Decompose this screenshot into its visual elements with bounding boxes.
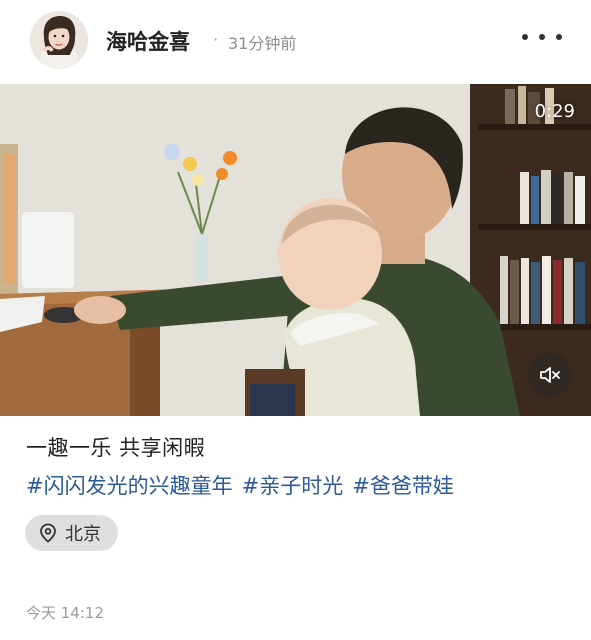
more-dots-icon[interactable] bbox=[522, 22, 562, 52]
hashtag[interactable]: #闪闪发光的兴趣童年 bbox=[26, 474, 233, 498]
location-label: 北京 bbox=[65, 524, 101, 545]
video-frame bbox=[0, 84, 591, 416]
dot bbox=[556, 34, 562, 40]
video-duration: 0:29 bbox=[534, 101, 575, 122]
avatar[interactable] bbox=[30, 11, 88, 69]
post-caption: 一趣一乐 共享闲暇 bbox=[26, 436, 206, 460]
post-time-ago: 31分钟前 bbox=[228, 34, 297, 53]
dot bbox=[539, 34, 545, 40]
location-pin-icon bbox=[40, 523, 56, 543]
author-name[interactable]: 海哈金喜 bbox=[106, 26, 190, 56]
hashtag[interactable]: #亲子时光 bbox=[242, 474, 344, 498]
post-header: 海哈金喜 · 31分钟前 bbox=[0, 0, 591, 80]
separator-dot: · bbox=[213, 30, 219, 49]
video-player[interactable]: 0:29 bbox=[0, 84, 591, 416]
dot bbox=[522, 34, 528, 40]
posted-timestamp: 今天 14:12 bbox=[26, 604, 104, 622]
post-card: 海哈金喜 · 31分钟前 0:29 一趣一乐 共享闲暇 #闪闪发光的兴趣童年 #… bbox=[0, 0, 591, 640]
hashtag[interactable]: #爸爸带娃 bbox=[352, 474, 454, 498]
hashtag-list: #闪闪发光的兴趣童年 #亲子时光 #爸爸带娃 bbox=[26, 470, 463, 500]
speaker-muted-icon[interactable] bbox=[528, 353, 572, 397]
location-tag[interactable]: 北京 bbox=[25, 515, 118, 551]
